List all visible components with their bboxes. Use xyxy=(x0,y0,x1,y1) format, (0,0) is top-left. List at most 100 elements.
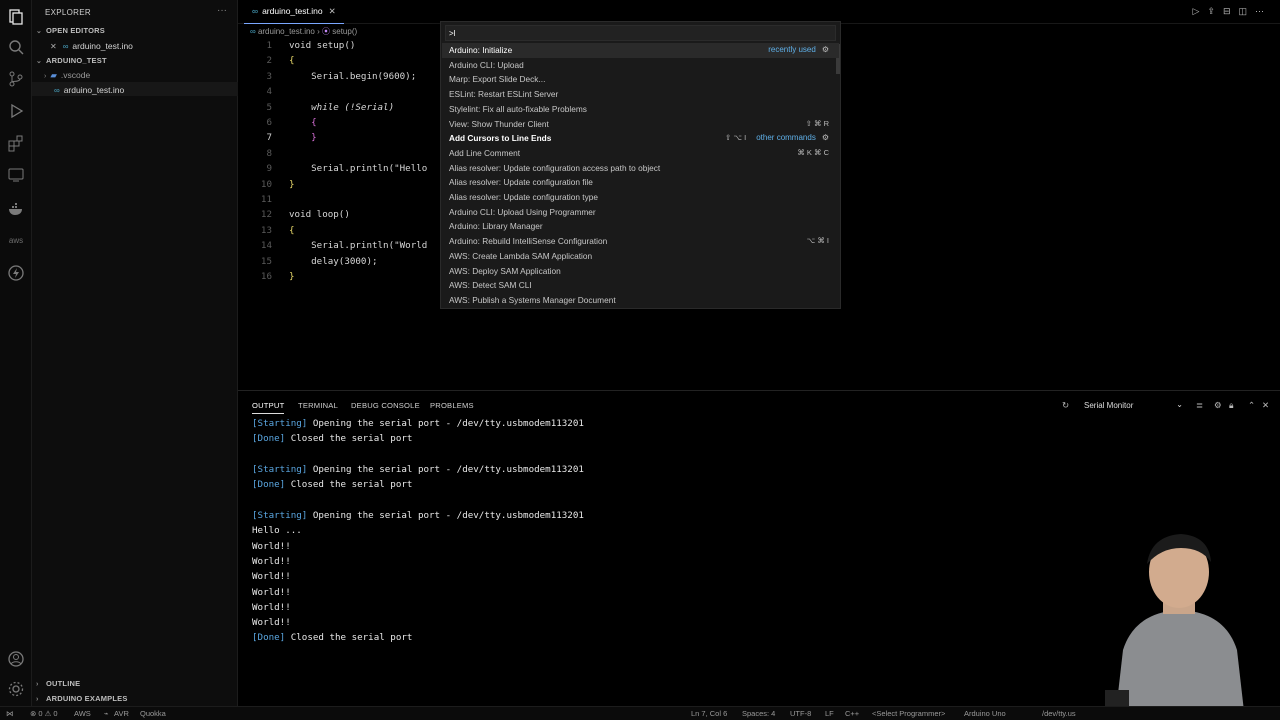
code-line: } xyxy=(289,271,295,282)
gear-icon[interactable]: ⚙ xyxy=(822,133,829,142)
output-line: Hello ... xyxy=(252,525,302,537)
breadcrumb: ∞ arduino_test.ino › ⦿ setup() xyxy=(250,26,357,37)
docker-icon[interactable] xyxy=(7,200,25,218)
breadcrumb-symbol[interactable]: setup() xyxy=(332,27,357,36)
code-line: Serial.println("Hello xyxy=(289,163,428,175)
outline-section[interactable]: › OUTLINE xyxy=(36,679,80,688)
output-channel-select[interactable]: Serial Monitor ⌄ xyxy=(1081,399,1187,413)
file-arduino-test[interactable]: ∞ arduino_test.ino xyxy=(54,85,124,95)
upload-icon[interactable]: ⇪ xyxy=(1207,6,1223,16)
tab-output[interactable]: OUTPUT xyxy=(252,401,285,414)
command-item[interactable]: Add Line Comment ⌘ K ⌘ C xyxy=(442,146,839,161)
explorer-icon[interactable] xyxy=(7,8,25,26)
more-actions-icon[interactable]: ··· xyxy=(217,5,227,16)
command-item[interactable]: Alias resolver: Update configuration typ… xyxy=(442,190,839,205)
code-line: Serial.begin(9600); xyxy=(289,70,417,82)
chevron-down-icon: ⌄ xyxy=(36,28,43,35)
explorer-title: EXPLORER xyxy=(45,8,91,17)
command-item[interactable]: Arduino: Rebuild IntelliSense Configurat… xyxy=(442,234,839,249)
gear-icon[interactable]: ⚙ xyxy=(822,45,829,54)
command-palette: >l Arduino: Initialize recently used ⚙ Ard… xyxy=(440,21,841,309)
port-select[interactable]: /dev/tty.us xyxy=(1042,709,1076,718)
command-item[interactable]: Arduino: Initialize recently used ⚙ xyxy=(442,43,839,58)
programmer-select[interactable]: <Select Programmer> xyxy=(872,709,945,718)
avr-status[interactable]: AVR xyxy=(114,709,129,718)
arduino-examples-section[interactable]: › ARDUINO EXAMPLES xyxy=(36,694,128,703)
tab-arduino-test[interactable]: ∞ arduino_test.ino ✕ xyxy=(244,0,344,24)
split-editor-icon[interactable]: ◫ xyxy=(1238,6,1255,16)
command-item[interactable]: Alias resolver: Update configuration fil… xyxy=(442,175,839,190)
output-settings-icon[interactable]: ⚙ xyxy=(1214,400,1222,411)
activity-bar: aws xyxy=(0,0,32,706)
eol-status[interactable]: LF xyxy=(825,709,834,718)
serial-icon[interactable]: ⊟ xyxy=(1223,6,1239,16)
command-item[interactable]: Stylelint: Fix all auto-fixable Problems xyxy=(442,102,839,117)
command-item[interactable]: AWS: Publish a Systems Manager Document xyxy=(442,293,839,308)
arduino-file-icon: ∞ xyxy=(252,6,259,16)
lock-icon[interactable]: 🔒︎ xyxy=(1229,400,1234,411)
language-mode[interactable]: C++ xyxy=(845,709,859,718)
line-number: 1 xyxy=(266,40,272,51)
command-item[interactable]: Arduino: Library Manager xyxy=(442,219,839,234)
breadcrumb-separator: › xyxy=(317,27,320,36)
line-number: 4 xyxy=(266,86,272,98)
command-item[interactable]: Arduino CLI: Upload Using Programmer xyxy=(442,205,839,220)
settings-gear-icon[interactable] xyxy=(7,680,25,698)
command-item[interactable]: Add Cursors to Line Ends ⇧ ⌥ Iother comma… xyxy=(442,131,839,146)
command-item[interactable]: AWS: Deploy SAM Application xyxy=(442,264,839,279)
clear-output-icon[interactable]: ≣ xyxy=(1196,400,1203,411)
line-number: 9 xyxy=(266,163,272,175)
command-item[interactable]: ESLint: Restart ESLint Server xyxy=(442,87,839,102)
command-item[interactable]: Alias resolver: Update configuration acc… xyxy=(442,161,839,176)
indentation-status[interactable]: Spaces: 4 xyxy=(742,709,775,718)
problems-status[interactable]: ⊗ 0 ⚠ 0 xyxy=(30,709,58,718)
code-line: { xyxy=(289,55,295,67)
close-panel-icon[interactable]: ✕ xyxy=(1262,400,1269,411)
quokka-status[interactable]: Quokka xyxy=(140,709,166,718)
folder-vscode[interactable]: › ▰ .vscode xyxy=(44,70,90,81)
remote-indicator-icon[interactable]: ⋈ xyxy=(6,709,14,718)
aws-status[interactable]: AWS xyxy=(74,709,91,718)
close-icon[interactable]: ✕ xyxy=(50,42,57,51)
cursor-position[interactable]: Ln 7, Col 6 xyxy=(691,709,727,718)
open-editors-section[interactable]: ⌄ OPEN EDITORS xyxy=(36,26,105,35)
output-line: World!! xyxy=(252,617,291,629)
command-item[interactable]: AWS: Create Lambda SAM Application xyxy=(442,249,839,264)
output-line: [Done] Closed the serial port xyxy=(252,433,413,445)
code-line: { xyxy=(289,117,317,128)
command-item[interactable]: Arduino CLI: Upload xyxy=(442,58,839,73)
command-item[interactable]: AWS: Detect SAM CLI xyxy=(442,278,839,293)
command-palette-input[interactable]: >l xyxy=(445,25,836,41)
project-section[interactable]: ⌄ ARDUINO_TEST xyxy=(36,56,107,65)
tab-debug-console[interactable]: DEBUG CONSOLE xyxy=(351,401,420,410)
aws-icon[interactable]: aws xyxy=(7,232,25,250)
line-number: 6 xyxy=(266,117,272,128)
refresh-icon[interactable]: ↻ xyxy=(1062,400,1069,411)
arduino-file-icon: ∞ xyxy=(54,86,60,95)
run-icon[interactable]: ▷ xyxy=(1192,6,1207,16)
account-icon[interactable] xyxy=(7,650,25,668)
command-item[interactable]: Marp: Export Slide Deck... xyxy=(442,72,839,87)
more-actions-icon[interactable]: ⋯ xyxy=(1255,6,1272,16)
breadcrumb-file[interactable]: arduino_test.ino xyxy=(258,27,315,36)
tab-problems[interactable]: PROBLEMS xyxy=(430,401,474,410)
command-item[interactable]: View: Show Thunder Client ⇧ ⌘ R xyxy=(442,117,839,132)
chevron-down-icon: ⌄ xyxy=(36,58,43,65)
open-editor-item[interactable]: ✕ ∞ arduino_test.ino xyxy=(50,41,133,51)
arduino-file-icon: ∞ xyxy=(250,27,256,36)
run-debug-icon[interactable] xyxy=(7,102,25,120)
tab-terminal[interactable]: TERMINAL xyxy=(298,401,338,410)
encoding-status[interactable]: UTF-8 xyxy=(790,709,811,718)
extensions-icon[interactable] xyxy=(7,134,25,152)
editor-actions: ▷⇪⊟◫⋯ xyxy=(1192,6,1272,17)
close-icon[interactable]: ✕ xyxy=(329,6,336,16)
maximize-panel-icon[interactable]: ⌃ xyxy=(1248,400,1255,411)
thunder-client-icon[interactable] xyxy=(7,264,25,282)
source-control-icon[interactable] xyxy=(7,70,25,88)
board-select[interactable]: Arduino Uno xyxy=(964,709,1006,718)
code-line: void loop() xyxy=(289,209,350,221)
chevron-down-icon: ⌄ xyxy=(1176,400,1183,409)
remote-explorer-icon[interactable] xyxy=(7,166,25,184)
chevron-right-icon: › xyxy=(44,73,47,80)
search-icon[interactable] xyxy=(7,38,25,56)
